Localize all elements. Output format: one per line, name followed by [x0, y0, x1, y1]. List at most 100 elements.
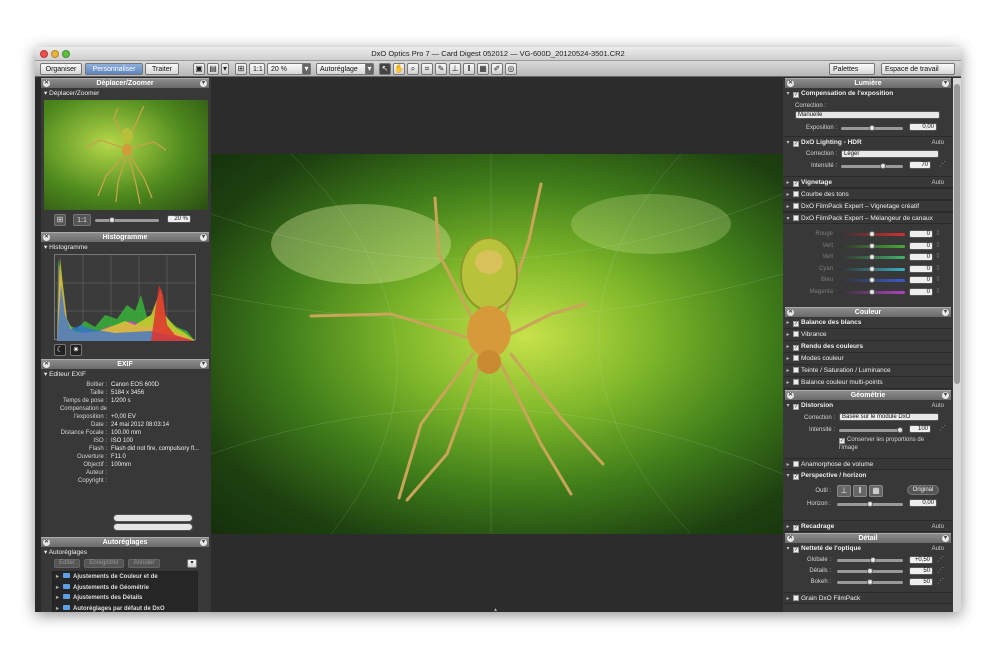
row-checkbox[interactable] [793, 367, 799, 373]
original-button[interactable]: Original [907, 485, 939, 495]
mixer-slider[interactable] [839, 288, 905, 295]
row-checkbox[interactable]: ✓ [793, 345, 799, 351]
exposition-slider[interactable] [841, 125, 903, 131]
mixer-slider[interactable] [839, 242, 905, 249]
row-checkbox[interactable] [793, 191, 799, 197]
fit-screen-icon[interactable]: ⊞ [235, 63, 247, 75]
deplacer-header[interactable]: ✕ Déplacer/Zoomer ▾ [41, 78, 209, 88]
row-checkbox[interactable] [793, 331, 799, 337]
row-checkbox[interactable] [793, 355, 799, 361]
close-panel-icon[interactable]: ✕ [43, 234, 50, 241]
exif-header[interactable]: ✕ EXIF ▾ [41, 359, 209, 369]
nettete-row[interactable]: ▾ ✓ Netteté de l'optique Auto [783, 543, 953, 555]
mixer-field[interactable]: 0 [909, 276, 933, 284]
couleur-row[interactable]: ▸ Teinte / Saturation / Luminance [783, 365, 953, 377]
panel-menu-icon[interactable]: ▾ [942, 80, 949, 87]
mixer-slider[interactable] [839, 231, 905, 237]
lighting-checkbox[interactable]: ✓ [793, 141, 799, 147]
magic-wand-icon[interactable]: ⋰ [937, 577, 944, 585]
distortion-checkbox[interactable]: ✓ [793, 404, 799, 410]
panel-menu-icon[interactable]: ▾ [200, 361, 207, 368]
zoom-1to1-button[interactable]: 1:1 [249, 63, 265, 75]
mixer-field[interactable]: 0 [909, 253, 933, 261]
white-balance-picker-icon[interactable]: ✎ [435, 63, 447, 75]
magic-wand-icon[interactable]: ⋰ [937, 566, 944, 574]
shadow-clipping-icon[interactable]: ☾ [54, 344, 66, 356]
tab-traiter[interactable]: Traiter [145, 63, 179, 75]
navigator-zoom-field[interactable]: 20 % [167, 215, 191, 223]
stepper-icon[interactable]: ⇕ [935, 264, 941, 272]
recadrage-row[interactable]: ▸ ✓ Recadrage Auto [783, 520, 953, 532]
histogram-subheader[interactable]: ▾ Histogramme [44, 243, 88, 252]
expand-icon[interactable]: ▸ [56, 583, 63, 593]
grain-checkbox[interactable] [793, 595, 799, 601]
lighting-correction-select[interactable]: Léger [841, 150, 939, 158]
expand-icon[interactable]: ▸ [56, 593, 63, 603]
lumiere-row[interactable]: ▸ DxO FilmPack Expert – Vignetage créatif [783, 200, 953, 212]
repair-tool-icon[interactable]: ✐ [491, 63, 503, 75]
anamorphose-checkbox[interactable] [793, 461, 799, 467]
lighting-intensite-slider[interactable] [841, 163, 903, 169]
layout-dropdown-icon[interactable]: ▾ [221, 63, 229, 75]
perspective-tool-icon[interactable]: ‖ [463, 63, 475, 75]
row-checkbox[interactable] [793, 379, 799, 385]
stepper-icon[interactable]: ⇕ [935, 287, 941, 295]
distortion-row[interactable]: ▾ ✓ Distorsion Auto [783, 400, 953, 412]
perspective-checkbox[interactable]: ✓ [793, 474, 799, 480]
preset-tree-item[interactable]: ▸ Autoréglages par défaut de DxO [56, 604, 165, 613]
navigator-zoom-slider[interactable] [95, 217, 159, 223]
close-panel-icon[interactable]: ✕ [43, 361, 50, 368]
grid-tool-icon[interactable]: ▦ [477, 63, 489, 75]
row-checkbox[interactable] [793, 215, 799, 221]
couleur-header[interactable]: ✕ Couleur ▾ [785, 307, 951, 317]
perspective-row[interactable]: ▾ ✓ Perspective / horizon [783, 470, 953, 482]
autoreglages-header[interactable]: ✕ Autoréglages ▾ [41, 537, 209, 547]
navigator-1to1-button[interactable]: 1:1 [73, 214, 91, 226]
canvas-collapse-icon[interactable]: ▴ [494, 606, 497, 612]
lighting-row[interactable]: ▾ ✓ DxO Lighting - HDR Auto [783, 136, 953, 148]
detail-slider[interactable] [837, 579, 903, 585]
minimize-window-button[interactable] [51, 50, 59, 58]
highlight-clipping-icon[interactable]: ✷ [70, 344, 82, 356]
anamorphose-row[interactable]: ▸ Anamorphose de volume [783, 458, 953, 470]
close-panel-icon[interactable]: ✕ [787, 309, 794, 316]
row-checkbox[interactable]: ✓ [793, 321, 799, 327]
crop-tool-icon[interactable]: ⌗ [421, 63, 433, 75]
close-panel-icon[interactable]: ✕ [43, 539, 50, 546]
exposition-field[interactable]: 0,00 [909, 123, 937, 131]
detail-field[interactable]: 50 [909, 567, 933, 575]
autoreglages-subheader[interactable]: ▾ Autoréglages [44, 548, 87, 557]
close-panel-icon[interactable]: ✕ [787, 80, 794, 87]
couleur-row[interactable]: ▸ Balance couleur multi-points [783, 377, 953, 389]
nettete-checkbox[interactable]: ✓ [793, 547, 799, 553]
close-panel-icon[interactable]: ✕ [43, 80, 50, 87]
exposure-correction-select[interactable]: Manuelle [795, 111, 940, 119]
exposure-checkbox[interactable]: ✓ [793, 92, 799, 98]
stepper-icon[interactable]: ⇕ [935, 275, 941, 283]
exif-subheader[interactable]: ▾ Editeur EXIF [44, 370, 86, 379]
zoom-window-button[interactable] [62, 50, 70, 58]
lumiere-row[interactable]: ▾ DxO FilmPack Expert – Mélangeur de cana… [783, 212, 953, 224]
photo-spider[interactable] [211, 154, 783, 534]
mixer-slider[interactable] [839, 277, 905, 283]
enregistrer-button[interactable]: Enregistrer [84, 559, 124, 568]
mixer-slider[interactable] [839, 254, 905, 260]
mixer-field[interactable]: 0 [909, 264, 933, 273]
close-panel-icon[interactable]: ✕ [787, 392, 794, 399]
annuler-button[interactable]: Annuler [128, 559, 160, 568]
panel-menu-icon[interactable]: ▾ [200, 539, 207, 546]
zoom-dropdown-icon[interactable]: ▾ [302, 63, 311, 75]
lighting-intensite-field[interactable]: 70 [909, 161, 931, 169]
mixer-field[interactable]: 0 [909, 241, 933, 250]
navigator-fit-icon[interactable]: ⊞ [54, 214, 66, 226]
histogram-header[interactable]: ✕ Histogramme ▾ [41, 232, 209, 242]
autoreglage-dropdown-icon[interactable]: ▾ [365, 63, 374, 75]
editer-button[interactable]: Editer [54, 559, 80, 568]
magic-wand-icon[interactable]: ⋰ [937, 555, 944, 563]
magic-wand-icon[interactable]: ⋰ [939, 424, 946, 432]
row-checkbox[interactable]: ✓ [793, 181, 799, 187]
perspective-rect-tool-icon[interactable]: ▦ [869, 485, 883, 497]
mixer-field[interactable]: 0 [909, 230, 933, 238]
panel-menu-icon[interactable]: ▾ [942, 309, 949, 316]
magic-wand-icon[interactable]: ⋰ [939, 160, 946, 168]
